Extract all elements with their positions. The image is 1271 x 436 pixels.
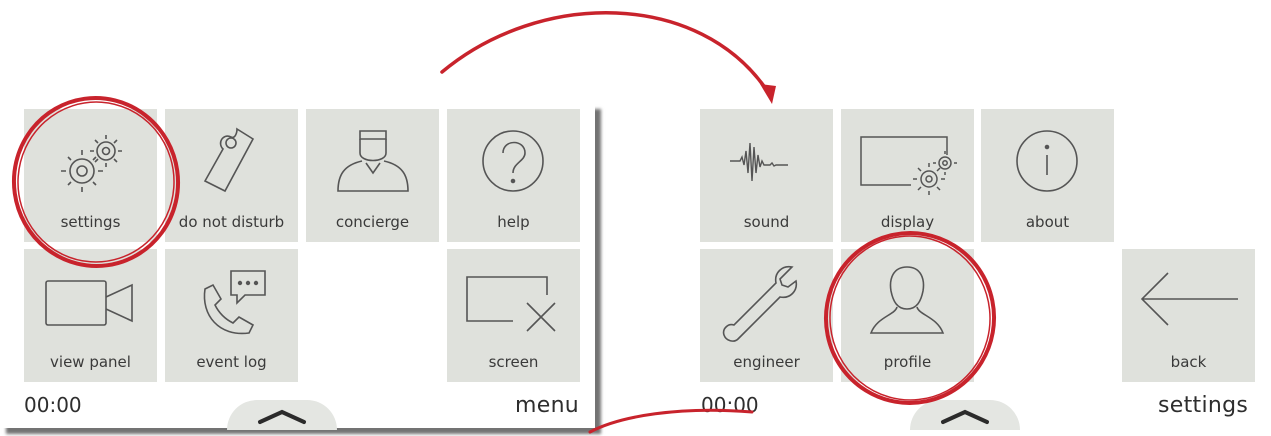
clock-time: 00:00	[701, 393, 759, 417]
display-label: display	[880, 213, 935, 231]
screen-label: screen	[488, 353, 539, 371]
display-tile[interactable]: display	[841, 109, 974, 242]
chevron-up-icon	[941, 409, 989, 424]
back-tile[interactable]: back	[1122, 249, 1255, 382]
clock-time: 00:00	[24, 393, 82, 417]
concierge-label: concierge	[335, 213, 410, 231]
settings-label: settings	[60, 213, 121, 231]
sound-tile[interactable]: sound	[700, 109, 833, 242]
drawer-handle[interactable]	[227, 400, 337, 430]
do-not-disturb-tile[interactable]: do not disturb	[165, 109, 298, 242]
settings-tile[interactable]: settings	[24, 109, 157, 242]
screen-title: settings	[1158, 393, 1249, 418]
profile-tile[interactable]: profile	[841, 249, 974, 382]
sound-label: sound	[743, 213, 790, 231]
arrowhead-icon	[760, 84, 776, 104]
engineer-tile[interactable]: engineer	[700, 249, 833, 382]
concierge-tile[interactable]: concierge	[306, 109, 439, 242]
transition-arrow	[440, 11, 770, 94]
profile-label: profile	[883, 353, 932, 371]
drawer-handle[interactable]	[910, 400, 1020, 430]
engineer-label: engineer	[733, 353, 800, 371]
view-panel-tile[interactable]: view panel	[24, 249, 157, 382]
help-label: help	[497, 213, 530, 231]
event-log-label: event log	[196, 353, 267, 371]
screen-title: menu	[515, 393, 580, 418]
about-tile[interactable]: about	[981, 109, 1114, 242]
view-panel-label: view panel	[50, 353, 131, 371]
chevron-up-icon	[258, 409, 306, 424]
settings-screen: sound display about engineer profile bac…	[680, 103, 1270, 430]
back-label: back	[1170, 353, 1207, 371]
do-not-disturb-label: do not disturb	[178, 213, 285, 231]
event-log-tile[interactable]: event log	[165, 249, 298, 382]
menu-screen: settings do not disturb concierge help v…	[0, 103, 595, 430]
screen-tile[interactable]: screen	[447, 249, 580, 382]
about-label: about	[1025, 213, 1070, 231]
help-tile[interactable]: help	[447, 109, 580, 242]
